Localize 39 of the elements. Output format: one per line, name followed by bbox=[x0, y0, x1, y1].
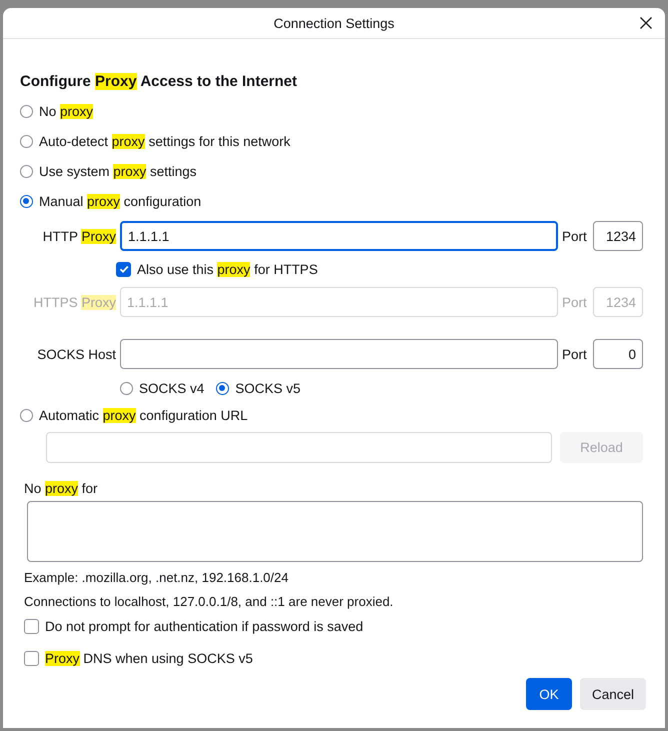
checkmark-icon bbox=[118, 263, 130, 275]
port-label: Port bbox=[562, 346, 587, 362]
radio-label: Manual proxy configuration bbox=[39, 194, 202, 208]
port-field[interactable]: 1234 bbox=[593, 221, 643, 251]
checkbox-label: Proxy DNS when using SOCKS v5 bbox=[45, 650, 253, 666]
radio-button[interactable] bbox=[20, 164, 33, 178]
radio-label: Use system proxy settings bbox=[39, 164, 197, 178]
checkbox[interactable] bbox=[116, 262, 131, 276]
cancel-button[interactable]: Cancel bbox=[580, 678, 646, 710]
note-text: Connections to localhost, 127.0.0.1/8, and ::1 are never proxied. bbox=[24, 594, 394, 610]
text-area[interactable] bbox=[27, 501, 643, 562]
text-field[interactable]: 1.1.1.1 bbox=[120, 221, 558, 251]
radio-button[interactable] bbox=[20, 194, 33, 208]
ok-button[interactable]: OK bbox=[526, 678, 572, 710]
radio-button[interactable] bbox=[20, 408, 33, 422]
checkbox[interactable] bbox=[24, 650, 39, 666]
radio-label: SOCKS v5 bbox=[235, 380, 301, 396]
example-text: Example: .mozilla.org, .net.nz, 192.168.1.0/24 bbox=[24, 570, 290, 586]
checkbox-label: Also use this proxy for HTTPS bbox=[137, 262, 318, 276]
radio-button[interactable] bbox=[20, 134, 33, 148]
window-title: Connection Settings bbox=[274, 16, 394, 30]
checkbox-label: Do not prompt for authentication if password is saved bbox=[45, 618, 364, 634]
radio-label: No proxy bbox=[39, 104, 94, 118]
section-heading: Configure Proxy Access to the Internet bbox=[20, 73, 298, 90]
radio-button[interactable] bbox=[120, 382, 133, 394]
radio-label: SOCKS v4 bbox=[139, 380, 204, 396]
radio-button[interactable] bbox=[216, 382, 230, 394]
checkbox[interactable] bbox=[24, 618, 39, 634]
radio-label: Automatic proxy configuration URL bbox=[39, 408, 248, 422]
radio-button[interactable] bbox=[20, 104, 33, 118]
field-label: No proxy for bbox=[24, 481, 99, 496]
field-label: HTTPS Proxy bbox=[33, 294, 116, 310]
text-field[interactable] bbox=[120, 339, 558, 369]
port-label: Port bbox=[562, 294, 587, 310]
port-label: Port bbox=[562, 228, 587, 244]
field-label: SOCKS Host bbox=[37, 346, 116, 362]
radio-label: Auto-detect proxy settings for this network bbox=[39, 134, 290, 148]
port-field[interactable]: 0 bbox=[593, 339, 643, 369]
field-label: HTTP Proxy bbox=[42, 228, 116, 244]
